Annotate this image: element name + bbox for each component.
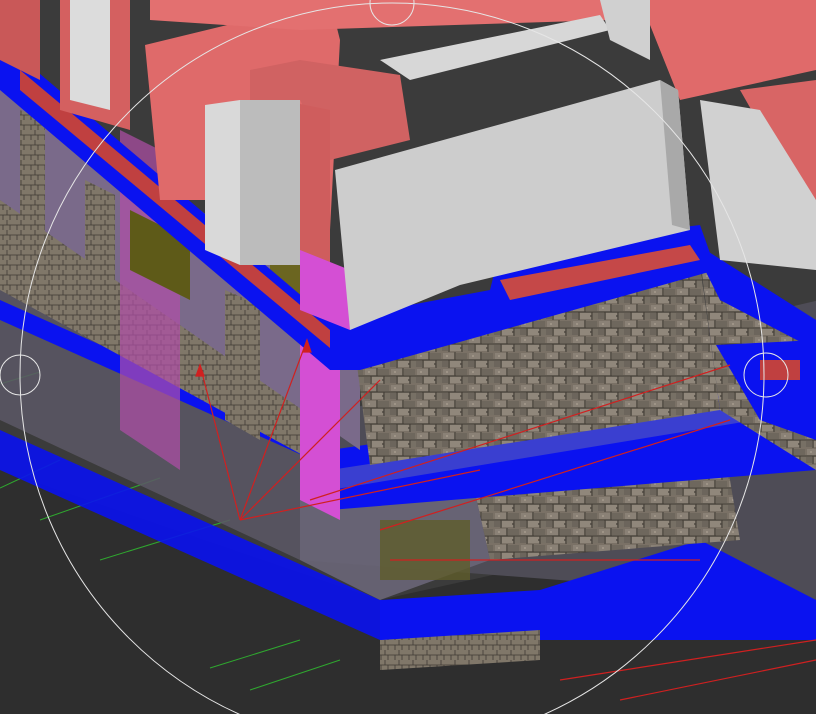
stone-pier-2 (85, 180, 115, 320)
stone-pier-3 (20, 110, 45, 250)
lower-olive-panel (380, 520, 470, 580)
parapet-wall-left (70, 0, 110, 110)
stone-pier-1 (225, 290, 260, 440)
cad-3d-viewport[interactable] (0, 0, 816, 714)
parapet-wall-1-side (240, 100, 300, 265)
building-model-render[interactable] (0, 0, 816, 714)
parapet-wall-1 (205, 100, 240, 265)
slab-red-notch (760, 360, 800, 380)
